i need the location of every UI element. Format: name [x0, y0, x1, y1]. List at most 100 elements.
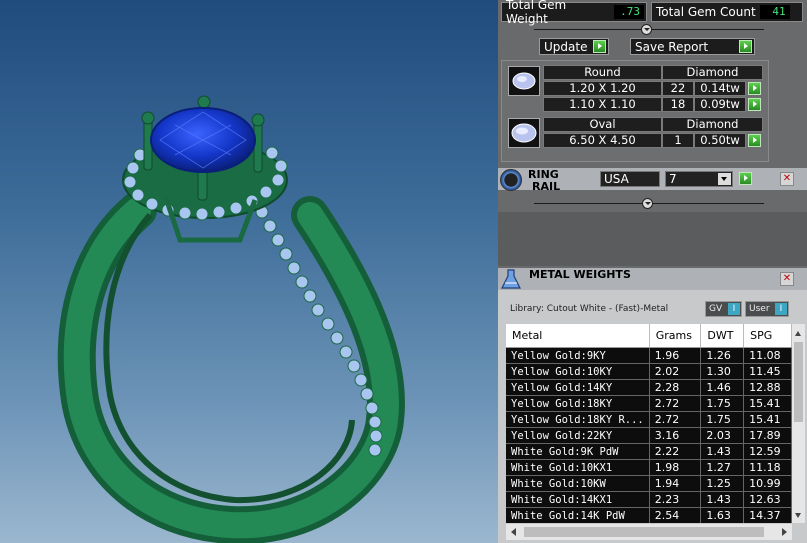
ring-rail-title-2: RAIL [532, 180, 561, 193]
grams-cell: 1.94 [649, 475, 702, 492]
round-row-1-count: 22 [662, 81, 694, 96]
spg-cell: 10.99 [743, 475, 792, 492]
metal-name: White Gold:14K PdW [506, 507, 650, 523]
metal-weights-table: Metal Grams DWT SPG Yellow Gold:9KY 1.96 1… [506, 324, 792, 523]
grams-cell: 3.16 [649, 427, 702, 444]
metal-name: White Gold:10KW [506, 475, 650, 492]
ring-size-value: 7 [669, 172, 677, 186]
scroll-left-icon[interactable] [511, 528, 516, 536]
dwt-cell: 1.46 [700, 379, 745, 396]
save-report-go-icon[interactable] [739, 40, 752, 53]
ring-rail-bar: RING RAIL USA 7 ✕ [498, 168, 807, 193]
ring-rail-go-icon[interactable] [739, 172, 752, 185]
metal-weights-close-icon[interactable]: ✕ [780, 272, 794, 286]
table-horizontal-scrollbar[interactable] [506, 524, 792, 540]
table-row[interactable]: Yellow Gold:22KY 3.16 2.03 17.89 [506, 427, 792, 444]
spg-cell: 12.88 [743, 379, 792, 396]
column-header-metal[interactable]: Metal [506, 324, 650, 348]
spg-cell: 11.45 [743, 363, 792, 380]
gem-count-value: 41 [759, 5, 790, 19]
scroll-up-icon[interactable] [795, 331, 801, 336]
grams-cell: 2.72 [649, 395, 702, 412]
oval-row-1-size: 6.50 X 4.50 [543, 133, 662, 148]
column-header-grams[interactable]: Grams [649, 324, 702, 348]
metal-name: White Gold:9K PdW [506, 443, 650, 460]
table-row[interactable]: White Gold:14KX1 2.23 1.43 12.63 [506, 491, 792, 508]
ring-standard-field[interactable]: USA [600, 171, 660, 187]
round-row-2-count: 18 [662, 97, 694, 112]
gem-weight-label: Total Gem Weight [506, 0, 567, 26]
ring-icon [500, 169, 522, 191]
round-row-1-go-icon[interactable] [748, 82, 761, 95]
table-row[interactable]: Yellow Gold:10KY 2.02 1.30 11.45 [506, 363, 792, 380]
column-header-dwt[interactable]: DWT [700, 324, 745, 348]
metal-name: Yellow Gold:14KY [506, 379, 650, 396]
table-row[interactable]: White Gold:9K PdW 2.22 1.43 12.59 [506, 443, 792, 460]
spg-cell: 11.18 [743, 459, 792, 476]
dwt-cell: 1.75 [700, 395, 745, 412]
gem-count-label: Total Gem Count [656, 5, 756, 19]
scroll-down-icon[interactable] [795, 513, 801, 518]
spg-cell: 14.37 [743, 507, 792, 523]
oval-row-1-count: 1 [662, 133, 694, 148]
metal-name: White Gold:14KX1 [506, 491, 650, 508]
metal-name: Yellow Gold:18KY [506, 395, 650, 412]
metal-library-label: Library: Cutout White - (Fast)-Metal [510, 304, 669, 314]
total-gem-weight: Total Gem Weight .73 [501, 0, 647, 26]
column-header-spg[interactable]: SPG [743, 324, 792, 348]
table-header-row: Metal Grams DWT SPG [506, 324, 792, 348]
ring-size-select[interactable]: 7 [665, 171, 733, 187]
horizontal-scroll-thumb[interactable] [524, 527, 764, 537]
oval-material: Diamond [662, 117, 763, 132]
oval-row-1-go-icon[interactable] [748, 134, 761, 147]
ring-rail-close-icon[interactable]: ✕ [780, 172, 794, 186]
table-vertical-scrollbar[interactable] [792, 324, 805, 523]
update-label: Update [544, 40, 588, 54]
dwt-cell: 1.26 [700, 347, 745, 364]
round-row-2-go-icon[interactable] [748, 98, 761, 111]
table-row[interactable]: Yellow Gold:18KY R... 2.72 1.75 15.41 [506, 411, 792, 428]
round-row-1-size: 1.20 X 1.20 [543, 81, 662, 96]
table-row[interactable]: White Gold:14K PdW 2.54 1.63 14.37 [506, 507, 792, 523]
gv-toggle[interactable]: GV I [705, 301, 742, 317]
gv-toggle-indicator: I [728, 303, 740, 315]
dwt-cell: 1.25 [700, 475, 745, 492]
grams-cell: 2.28 [649, 379, 702, 396]
gem-weight-value: .73 [614, 5, 644, 19]
round-shape: Round [543, 65, 662, 80]
oval-row-1-weight: 0.50tw [694, 133, 746, 148]
grams-cell: 1.96 [649, 347, 702, 364]
oval-diamond-icon[interactable] [508, 118, 540, 148]
user-toggle[interactable]: User I [745, 301, 789, 317]
spg-cell: 12.59 [743, 443, 792, 460]
vertical-scroll-thumb[interactable] [794, 342, 803, 422]
gv-toggle-label: GV [709, 304, 723, 314]
table-row[interactable]: Yellow Gold:14KY 2.28 1.46 12.88 [506, 379, 792, 396]
save-report-button[interactable]: Save Report [630, 38, 755, 55]
save-report-label: Save Report [635, 40, 709, 54]
round-diamond-icon[interactable] [508, 66, 540, 96]
dwt-cell: 1.63 [700, 507, 745, 523]
metal-name: White Gold:10KX1 [506, 459, 650, 476]
table-row[interactable]: Yellow Gold:18KY 2.72 1.75 15.41 [506, 395, 792, 412]
user-toggle-label: User [749, 304, 770, 314]
chevron-down-icon[interactable] [718, 173, 731, 185]
grams-cell: 1.98 [649, 459, 702, 476]
dwt-cell: 2.03 [700, 427, 745, 444]
table-row[interactable]: Yellow Gold:9KY 1.96 1.26 11.08 [506, 347, 792, 364]
spg-cell: 15.41 [743, 395, 792, 412]
top-slider-knob[interactable] [641, 24, 652, 35]
table-row[interactable]: White Gold:10KX1 1.98 1.27 11.18 [506, 459, 792, 476]
ring-rail-slider-knob[interactable] [642, 198, 653, 209]
scroll-right-icon[interactable] [782, 528, 787, 536]
round-material: Diamond [662, 65, 763, 80]
table-row[interactable]: White Gold:10KW 1.94 1.25 10.99 [506, 475, 792, 492]
metal-name: Yellow Gold:9KY [506, 347, 650, 364]
flask-icon [500, 268, 522, 290]
dwt-cell: 1.27 [700, 459, 745, 476]
update-go-icon[interactable] [593, 40, 606, 53]
empty-panel-area [498, 212, 807, 266]
spg-cell: 11.08 [743, 347, 792, 364]
3d-viewport[interactable] [0, 0, 498, 543]
grams-cell: 2.54 [649, 507, 702, 523]
